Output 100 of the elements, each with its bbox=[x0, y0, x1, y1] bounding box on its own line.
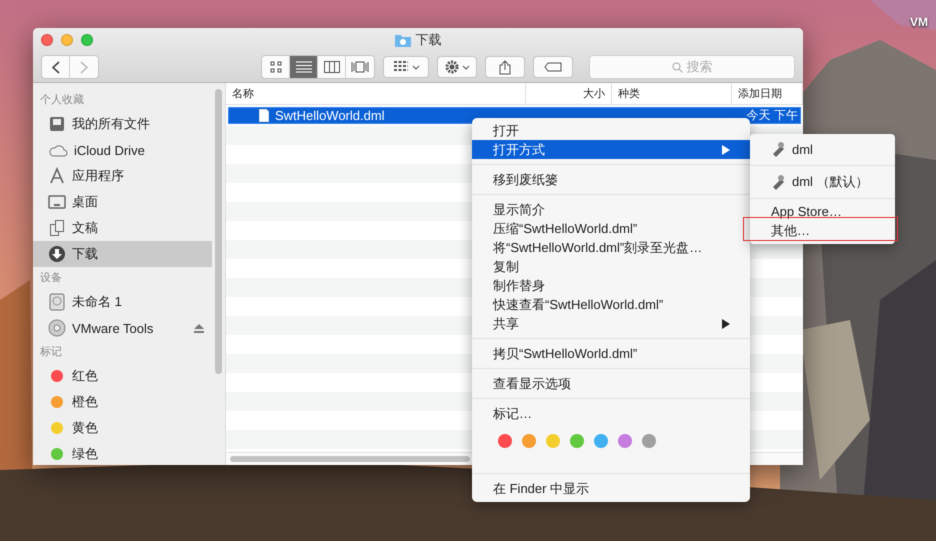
file-name: SwtHelloWorld.dml bbox=[275, 108, 385, 123]
sidebar-item[interactable]: 未命名 1 bbox=[33, 289, 212, 315]
sidebar-item-label: 未命名 1 bbox=[72, 293, 122, 311]
menu-item[interactable]: 在 Finder 中显示 bbox=[472, 479, 750, 498]
menu-item[interactable]: 将“SwtHelloWorld.dml”刻录至光盘… bbox=[472, 238, 750, 257]
column-header[interactable]: 添加日期 bbox=[732, 83, 803, 104]
menu-item[interactable]: 其他… bbox=[750, 221, 895, 240]
search-icon bbox=[672, 62, 682, 72]
apps-icon bbox=[48, 167, 66, 185]
forward-icon bbox=[80, 60, 88, 74]
sidebar-section-title: 标记 bbox=[39, 345, 63, 360]
menu-item[interactable]: 移到废纸篓 bbox=[472, 170, 750, 189]
sidebar-item-label: VMware Tools bbox=[72, 320, 154, 336]
sidebar-item-label: 绿色 bbox=[72, 445, 98, 463]
sidebar-item[interactable]: iCloud Drive bbox=[33, 137, 212, 163]
sidebar-item[interactable]: 橙色 bbox=[33, 389, 212, 415]
menu-item[interactable]: 查看显示选项 bbox=[472, 374, 750, 393]
sidebar-item[interactable]: 应用程序 bbox=[33, 163, 212, 189]
column-header[interactable]: 名称 bbox=[226, 83, 526, 104]
tag-button[interactable] bbox=[533, 56, 573, 78]
sidebar-item-label: 黄色 bbox=[72, 419, 98, 437]
folder-icon bbox=[394, 34, 410, 46]
sidebar-item[interactable]: 绿色 bbox=[33, 441, 212, 465]
menu-item[interactable]: 显示简介 bbox=[472, 200, 750, 219]
menu-item[interactable]: dml （默认） bbox=[750, 169, 895, 195]
sidebar-item-label: 应用程序 bbox=[72, 167, 124, 185]
file-cabinet-icon bbox=[48, 115, 66, 133]
sidebar-section-title: 设备 bbox=[39, 271, 63, 286]
documents-icon bbox=[48, 219, 66, 237]
tag-color-dot[interactable] bbox=[522, 434, 536, 448]
tag-color-dot[interactable] bbox=[642, 434, 656, 448]
tag-color-dot[interactable] bbox=[570, 434, 584, 448]
sidebar-item-label: 下载 bbox=[72, 245, 98, 263]
menu-item[interactable]: 标记… bbox=[472, 404, 750, 423]
date-added: 今天 下午 bbox=[746, 107, 799, 124]
menu-item-label: dml bbox=[792, 142, 813, 156]
list-icon bbox=[296, 61, 312, 73]
close-button[interactable] bbox=[41, 34, 53, 46]
window-title: 下载 bbox=[416, 31, 442, 49]
disc-icon bbox=[48, 319, 66, 337]
sidebar-item-label: 桌面 bbox=[72, 193, 98, 211]
sidebar-item-label: 橙色 bbox=[72, 393, 98, 411]
cloud-icon bbox=[48, 143, 68, 157]
cover-flow-icon bbox=[351, 61, 369, 73]
menu-item-label: dml （默认） bbox=[792, 173, 869, 191]
minimize-button[interactable] bbox=[61, 34, 73, 46]
sidebar-item-label: 红色 bbox=[72, 367, 98, 385]
sidebar-item[interactable]: VMware Tools bbox=[33, 315, 212, 341]
sidebar-item[interactable]: 黄色 bbox=[33, 415, 212, 441]
arrange-button[interactable] bbox=[383, 56, 429, 78]
sidebar-item[interactable]: 桌面 bbox=[33, 189, 212, 215]
tag-dot-icon bbox=[50, 447, 64, 461]
menu-item[interactable]: App Store… bbox=[750, 202, 895, 221]
app-icon bbox=[771, 141, 787, 157]
arrange-icon bbox=[392, 61, 408, 73]
menu-item[interactable]: 制作替身 bbox=[472, 276, 750, 295]
menu-item[interactable]: 复制 bbox=[472, 257, 750, 276]
sidebar-section-title: 个人收藏 bbox=[39, 92, 85, 108]
tag-color-dot[interactable] bbox=[618, 434, 632, 448]
menu-item[interactable]: 打开方式 bbox=[472, 140, 750, 159]
scrollbar-thumb[interactable] bbox=[215, 89, 222, 374]
sidebar-item[interactable]: 下载 bbox=[33, 241, 212, 267]
eject-icon[interactable] bbox=[194, 324, 204, 332]
menu-item[interactable]: 快速查看“SwtHelloWorld.dml” bbox=[472, 295, 750, 314]
caret-icon bbox=[462, 64, 470, 70]
tag-dot-icon bbox=[50, 395, 64, 409]
sidebar-item-label: 文稿 bbox=[72, 219, 98, 237]
share-button[interactable] bbox=[485, 56, 525, 78]
download-icon bbox=[48, 245, 66, 263]
sidebar-item[interactable]: 我的所有文件 bbox=[33, 111, 212, 137]
scrollbar-thumb[interactable] bbox=[230, 456, 470, 462]
desktop-icon bbox=[48, 193, 66, 211]
zoom-button[interactable] bbox=[81, 34, 93, 46]
back-icon bbox=[52, 60, 60, 74]
sidebar-item-label: iCloud Drive bbox=[74, 142, 145, 158]
columns-icon bbox=[324, 61, 340, 73]
menu-item[interactable]: 拷贝“SwtHelloWorld.dml” bbox=[472, 344, 750, 363]
view-button[interactable] bbox=[290, 56, 318, 78]
menu-item[interactable]: 打开 bbox=[472, 121, 750, 140]
settings-icon bbox=[444, 60, 458, 74]
sidebar-item[interactable]: 文稿 bbox=[33, 215, 212, 241]
column-header[interactable]: 种类 bbox=[612, 83, 732, 104]
caret-icon bbox=[412, 64, 420, 70]
sidebar-item[interactable]: 红色 bbox=[33, 363, 212, 389]
app-icon bbox=[771, 174, 787, 190]
tag-color-dot[interactable] bbox=[546, 434, 560, 448]
sidebar-item-label: 我的所有文件 bbox=[72, 115, 150, 133]
tag-color-dot[interactable] bbox=[498, 434, 512, 448]
tag-icon bbox=[544, 62, 562, 72]
menu-item[interactable]: dml bbox=[750, 136, 895, 162]
tag-dot-icon bbox=[50, 421, 64, 435]
document-icon bbox=[259, 109, 269, 122]
grid-icon bbox=[270, 61, 282, 73]
menu-item[interactable]: 压缩“SwtHelloWorld.dml” bbox=[472, 219, 750, 238]
menu-item[interactable]: 共享 bbox=[472, 314, 750, 333]
tag-dot-icon bbox=[50, 369, 64, 383]
tag-color-dot[interactable] bbox=[594, 434, 608, 448]
share-icon bbox=[499, 60, 511, 74]
action-button[interactable] bbox=[437, 56, 477, 78]
column-header[interactable]: 大小 bbox=[526, 83, 612, 104]
